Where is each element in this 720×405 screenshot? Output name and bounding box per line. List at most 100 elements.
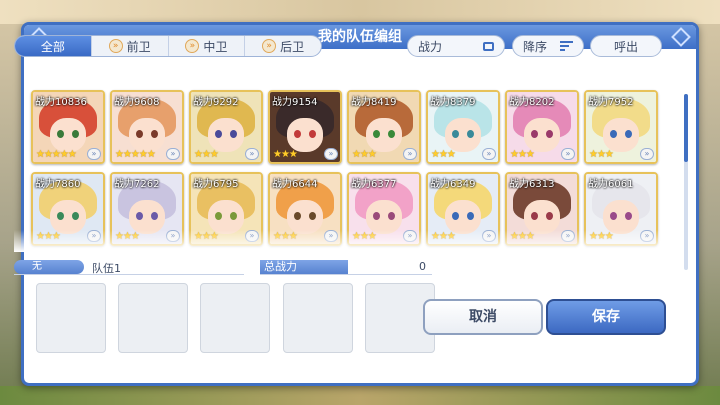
team-info-row: 无 队伍1 总战力 0 bbox=[14, 260, 432, 276]
character-power: 战力9292 bbox=[193, 97, 239, 108]
portrait-eye bbox=[215, 212, 222, 220]
star-rating-icon: ★★★ bbox=[589, 149, 614, 160]
rank-chevron-icon: » bbox=[245, 148, 259, 160]
background-bottom bbox=[0, 386, 720, 405]
tab-filter-3[interactable]: » 后卫 bbox=[245, 36, 321, 56]
sort-order-button[interactable]: 降序 bbox=[512, 35, 584, 57]
portrait-eye bbox=[72, 212, 79, 220]
character-power: 战力8202 bbox=[509, 97, 555, 108]
team-tag: 无 bbox=[14, 260, 84, 274]
portrait-eye bbox=[388, 130, 395, 138]
portrait-face bbox=[129, 118, 165, 152]
chevron-badge-icon: » bbox=[185, 39, 200, 53]
grid-scrollbar[interactable] bbox=[684, 94, 688, 270]
window-icon bbox=[483, 41, 494, 51]
chevron-badge-icon: » bbox=[262, 39, 277, 53]
character-card[interactable]: 战力7952 ★★★ » bbox=[584, 90, 658, 164]
character-card[interactable]: 战力9154 ★★★ » bbox=[268, 90, 342, 164]
portrait-face bbox=[287, 118, 323, 152]
star-rating-icon: ★★★★★ bbox=[36, 149, 77, 160]
team-slot[interactable] bbox=[118, 283, 188, 353]
portrait-eye bbox=[531, 130, 538, 138]
character-power: 战力7262 bbox=[114, 179, 160, 190]
portrait-face bbox=[287, 200, 323, 234]
character-power: 战力8419 bbox=[351, 97, 397, 108]
tab-label: 后卫 bbox=[280, 39, 305, 54]
character-card[interactable]: 战力8379 ★★★ » bbox=[426, 90, 500, 164]
portrait-face bbox=[603, 200, 639, 234]
background-top bbox=[0, 0, 720, 24]
character-power: 战力6795 bbox=[193, 179, 239, 190]
portrait-eye bbox=[151, 130, 158, 138]
tab-label: 全部 bbox=[40, 39, 65, 54]
rank-chevron-icon: » bbox=[403, 148, 417, 160]
portrait-eye bbox=[57, 212, 64, 220]
rank-chevron-icon: » bbox=[166, 148, 180, 160]
portrait-eye bbox=[57, 130, 64, 138]
rank-chevron-icon: » bbox=[87, 148, 101, 160]
team-slot[interactable] bbox=[283, 283, 353, 353]
rank-chevron-icon: » bbox=[561, 148, 575, 160]
portrait-eye bbox=[625, 212, 632, 220]
character-card[interactable]: 战力8202 ★★★ » bbox=[505, 90, 579, 164]
star-rating-icon: ★★★ bbox=[273, 149, 298, 160]
character-card[interactable]: 战力8419 ★★★ » bbox=[347, 90, 421, 164]
tab-filter-1[interactable]: » 前卫 bbox=[92, 36, 169, 56]
character-card[interactable]: 战力10836 ★★★★★ » bbox=[31, 90, 105, 164]
portrait-face bbox=[50, 118, 86, 152]
star-rating-icon: ★★★ bbox=[194, 149, 219, 160]
recall-button[interactable]: 呼出 bbox=[590, 35, 662, 57]
portrait-face bbox=[366, 200, 402, 234]
portrait-face bbox=[524, 200, 560, 234]
rank-chevron-icon: » bbox=[640, 148, 654, 160]
grid-fade bbox=[14, 230, 666, 252]
character-power: 战力9154 bbox=[272, 97, 318, 108]
tab-filter-2[interactable]: » 中卫 bbox=[169, 36, 246, 56]
portrait-face bbox=[603, 118, 639, 152]
tab-label: 中卫 bbox=[203, 39, 228, 54]
total-power-value: 0 bbox=[419, 260, 426, 273]
portrait-eye bbox=[294, 212, 301, 220]
dialog-title: 我的队伍编组 bbox=[318, 29, 402, 45]
portrait-eye bbox=[151, 212, 158, 220]
tab-filter-0[interactable]: 全部 bbox=[15, 36, 92, 56]
cancel-button[interactable]: 取消 bbox=[423, 299, 543, 335]
character-card[interactable]: 战力9608 ★★★★★ » bbox=[110, 90, 184, 164]
rank-chevron-icon: » bbox=[324, 148, 338, 160]
portrait-face bbox=[129, 200, 165, 234]
character-power: 战力6061 bbox=[588, 179, 634, 190]
scrollbar-thumb[interactable] bbox=[684, 94, 688, 162]
tab-label: 前卫 bbox=[126, 39, 151, 54]
portrait-eye bbox=[373, 212, 380, 220]
character-card[interactable]: 战力9292 ★★★ » bbox=[189, 90, 263, 164]
portrait-eye bbox=[452, 130, 459, 138]
star-rating-icon: ★★★ bbox=[431, 149, 456, 160]
chevron-badge-icon: » bbox=[108, 39, 123, 53]
ornament-icon bbox=[671, 27, 691, 47]
save-button[interactable]: 保存 bbox=[546, 299, 666, 335]
character-grid: 战力10836 ★★★★★» 战力9608 ★★★★★» 战力9292 ★★★» 战力915… bbox=[14, 65, 666, 251]
position-filter-tabs: 全部» 前卫» 中卫» 后卫 bbox=[14, 35, 322, 57]
sort-criterion-button[interactable]: 战力 bbox=[407, 35, 505, 57]
sort-order-label: 降序 bbox=[523, 39, 548, 54]
team-slot[interactable] bbox=[36, 283, 106, 353]
portrait-face bbox=[445, 118, 481, 152]
recall-label: 呼出 bbox=[613, 39, 638, 54]
portrait-eye bbox=[230, 212, 237, 220]
character-power: 战力6313 bbox=[509, 179, 555, 190]
character-power: 战力7952 bbox=[588, 97, 634, 108]
portrait-eye bbox=[531, 212, 538, 220]
portrait-eye bbox=[467, 212, 474, 220]
portrait-face bbox=[445, 200, 481, 234]
portrait-eye bbox=[452, 212, 459, 220]
sort-lines-icon bbox=[560, 41, 573, 51]
divider bbox=[260, 274, 432, 275]
portrait-eye bbox=[230, 130, 237, 138]
portrait-face bbox=[208, 118, 244, 152]
portrait-eye bbox=[625, 130, 632, 138]
portrait-eye bbox=[610, 130, 617, 138]
portrait-eye bbox=[309, 212, 316, 220]
team-slot[interactable] bbox=[200, 283, 270, 353]
portrait-eye bbox=[72, 130, 79, 138]
portrait-eye bbox=[215, 130, 222, 138]
